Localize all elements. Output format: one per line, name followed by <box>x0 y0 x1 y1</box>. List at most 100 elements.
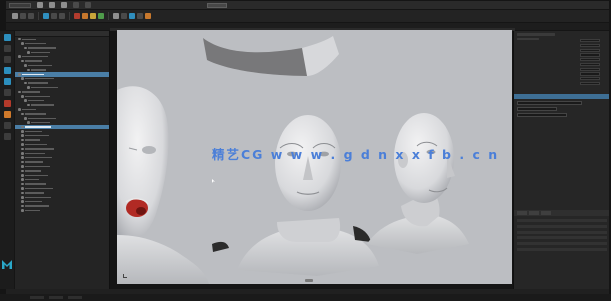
outliner-row-label <box>28 99 45 102</box>
layout-four-icon[interactable] <box>3 111 11 118</box>
outliner-list <box>15 37 109 213</box>
channel-box-panel <box>513 31 609 289</box>
paint-select-icon[interactable] <box>28 13 34 19</box>
outliner-row-label <box>31 69 47 71</box>
outliner-row-label <box>25 170 42 172</box>
transform-node-icon <box>18 108 21 111</box>
transform-node-icon <box>21 156 24 160</box>
select-tool-icon[interactable] <box>12 13 18 19</box>
layout-single-icon[interactable] <box>3 100 11 107</box>
maya-logo-icon <box>2 260 12 269</box>
watermark-text: 精艺CG w w w . g d n x x f b . c n <box>212 147 500 162</box>
outliner-row[interactable] <box>15 208 109 212</box>
snap-curve-icon[interactable] <box>51 13 57 19</box>
lasso-tool-icon[interactable] <box>3 45 11 52</box>
outliner-row-label <box>22 73 45 76</box>
channel-values[interactable] <box>580 39 600 87</box>
layer-editor-tabs[interactable] <box>514 210 609 216</box>
command-line[interactable] <box>49 296 63 299</box>
transform-node-icon <box>21 147 24 151</box>
new-scene-icon[interactable] <box>37 2 43 8</box>
layout-two-icon[interactable] <box>3 122 11 129</box>
outliner-row-label <box>25 179 40 181</box>
mesh-head-open-mouth[interactable] <box>117 86 229 284</box>
transform-node-icon <box>21 209 24 212</box>
transform-node-icon <box>21 143 24 146</box>
outliner-row-label <box>25 165 51 168</box>
transform-node-icon <box>21 182 24 186</box>
open-scene-icon[interactable] <box>49 2 55 8</box>
scale-tool-icon[interactable] <box>3 89 11 96</box>
transform-node-icon <box>21 169 24 173</box>
outliner-row-label <box>25 161 44 163</box>
select-tool-icon[interactable] <box>3 34 11 41</box>
workspace-dropdown[interactable] <box>207 2 227 8</box>
ipr-render-icon[interactable] <box>82 13 88 19</box>
transform-node-icon <box>24 64 27 67</box>
hypershade-icon[interactable] <box>98 13 104 19</box>
transform-node-icon <box>21 152 24 155</box>
transform-node-icon <box>27 51 30 54</box>
transform-node-icon <box>24 46 27 50</box>
outliner-row-label <box>25 200 43 203</box>
mesh-hanging-top[interactable] <box>203 36 339 76</box>
outliner-row-label <box>25 60 43 62</box>
outliner-row-label <box>28 117 57 119</box>
outliner-layout-icon[interactable] <box>3 133 11 140</box>
transform-node-icon <box>21 134 24 138</box>
outliner-row-label <box>25 113 47 115</box>
snap-grid-icon[interactable] <box>43 13 49 19</box>
sculpt-icon[interactable] <box>129 13 135 19</box>
outliner-panel <box>15 31 110 289</box>
outliner-row-label <box>25 42 47 45</box>
outliner-row-label <box>31 51 51 54</box>
outliner-row-label <box>22 108 37 111</box>
outliner-row-label <box>31 86 59 89</box>
outliner-row-label <box>25 183 47 185</box>
playback-controls[interactable] <box>30 296 44 299</box>
move-tool-icon[interactable] <box>3 67 11 74</box>
redo-icon[interactable] <box>85 2 91 8</box>
undo-icon[interactable] <box>73 2 79 8</box>
outliner-row-label <box>31 121 51 124</box>
transform-node-icon <box>24 81 27 85</box>
paint-tool-icon[interactable] <box>3 56 11 63</box>
selected-attribute-row[interactable] <box>514 94 609 99</box>
lasso-tool-icon[interactable] <box>20 13 26 19</box>
outliner-row-label <box>31 104 55 106</box>
save-scene-icon[interactable] <box>61 2 67 8</box>
render-settings-icon[interactable] <box>90 13 96 19</box>
mesh-head-side[interactable] <box>367 113 469 254</box>
modeling-toolkit-icon[interactable] <box>137 13 143 19</box>
transform-node-icon <box>21 204 24 208</box>
outliner-row-label <box>25 95 51 97</box>
attribute-field[interactable] <box>517 107 557 111</box>
transform-node-icon <box>24 116 27 120</box>
object-name-field[interactable] <box>517 33 555 36</box>
transform-node-icon <box>21 130 24 133</box>
outliner-row-label <box>25 187 54 190</box>
rotate-tool-icon[interactable] <box>3 78 11 85</box>
menu-set-dropdown[interactable] <box>9 2 31 8</box>
menu-bar <box>6 1 609 9</box>
viewport-3d[interactable]: 精艺CG w w w . g d n x x f b . c n <box>117 30 512 284</box>
transform-node-icon <box>18 55 21 59</box>
light-icon[interactable] <box>113 13 119 19</box>
transform-node-icon <box>21 165 24 168</box>
outliner-row-label <box>25 126 52 128</box>
attribute-field[interactable] <box>517 113 567 117</box>
outliner-row-label <box>25 152 46 155</box>
transform-node-icon <box>27 121 30 124</box>
camera-icon[interactable] <box>121 13 127 19</box>
snap-point-icon[interactable] <box>59 13 65 19</box>
mesh-head-front[interactable] <box>237 115 379 276</box>
uv-editor-icon[interactable] <box>145 13 151 19</box>
transform-node-icon <box>21 94 24 98</box>
shelf-divider <box>38 12 39 20</box>
tool-box <box>0 31 14 289</box>
attribute-field[interactable] <box>517 101 582 105</box>
transform-node-icon <box>21 160 24 164</box>
status-bar <box>0 294 611 301</box>
outliner-row-label <box>28 64 53 67</box>
render-icon[interactable] <box>74 13 80 19</box>
